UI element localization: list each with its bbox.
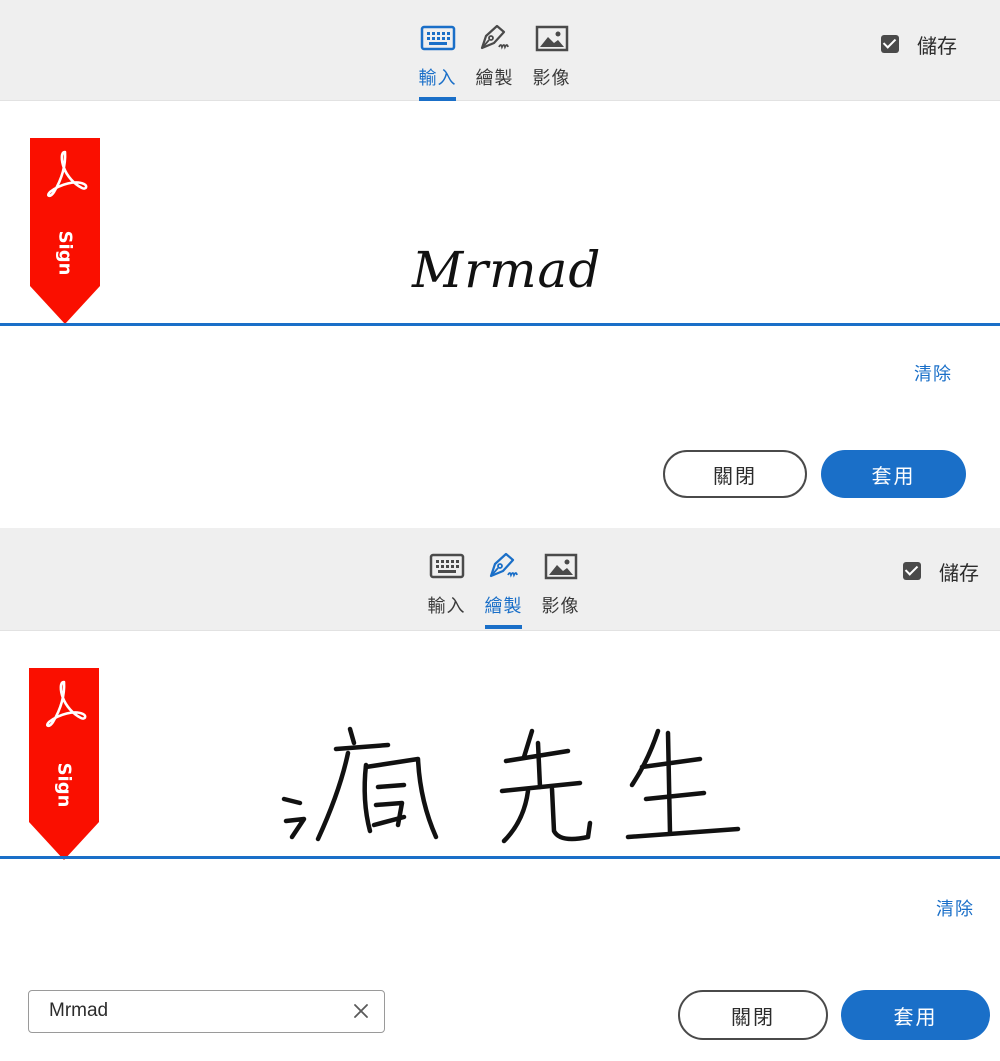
tab-image-label: 影像 <box>532 68 571 89</box>
drawn-signature <box>281 726 741 844</box>
tab-draw-label: 繪製 <box>484 596 523 617</box>
save-checkbox[interactable] <box>881 35 899 53</box>
mode-tabs: 輸入 繪製 影像 <box>409 0 580 101</box>
tab-image-label: 影像 <box>541 596 580 617</box>
tab-draw[interactable]: 繪製 <box>466 0 523 101</box>
mode-tabs: 輸入 繪製 影像 <box>418 528 589 629</box>
mode-toolbar: 輸入 繪製 影像 儲存 <box>0 0 1000 101</box>
signature-name-input[interactable] <box>49 991 349 1031</box>
tab-type-label: 輸入 <box>427 596 466 617</box>
tab-type[interactable]: 輸入 <box>418 528 475 629</box>
tab-image[interactable]: 影像 <box>523 0 580 101</box>
keyboard-icon <box>429 553 464 579</box>
tab-image[interactable]: 影像 <box>532 528 589 629</box>
active-tab-indicator <box>485 625 522 629</box>
apply-button[interactable]: 套用 <box>821 450 966 498</box>
pen-draw-icon <box>480 24 509 50</box>
image-icon <box>535 25 568 52</box>
keyboard-icon <box>420 25 455 51</box>
tab-type-label: 輸入 <box>418 68 457 89</box>
ribbon-label: Sign <box>54 230 76 276</box>
typed-signature: Mrmad <box>412 241 602 299</box>
signature-dialog-type: 輸入 繪製 影像 儲存 Sign Mrmad 清除 關閉 套用 <box>0 0 1000 528</box>
save-checkbox[interactable] <box>903 562 921 580</box>
apply-button[interactable]: 套用 <box>841 990 990 1040</box>
signature-dialog-draw: 輸入 繪製 影像 儲存 Sign 清除 Mrmad 關閉 套用 <box>0 528 1000 1061</box>
save-option: 儲存 <box>881 31 957 58</box>
tab-type[interactable]: 輸入 <box>409 0 466 101</box>
adobe-sign-ribbon: Sign <box>30 138 100 324</box>
close-button[interactable]: 關閉 <box>663 450 807 498</box>
close-button[interactable]: 關閉 <box>678 990 828 1040</box>
signature-baseline <box>0 323 1000 326</box>
save-label: 儲存 <box>917 33 957 58</box>
save-option: 儲存 <box>903 558 979 585</box>
signature-canvas[interactable]: Sign Mrmad 清除 關閉 套用 <box>0 101 1000 528</box>
image-icon <box>544 553 577 580</box>
tab-draw-label: 繪製 <box>475 68 514 89</box>
clear-button[interactable]: 清除 <box>936 895 974 921</box>
ribbon-label: Sign <box>53 762 75 808</box>
adobe-sign-ribbon: Sign <box>29 668 99 860</box>
clear-button[interactable]: 清除 <box>914 360 952 386</box>
signature-baseline <box>0 856 1000 859</box>
signature-canvas[interactable]: Sign 清除 Mrmad 關閉 套用 <box>0 631 1000 1061</box>
save-label: 儲存 <box>939 560 979 585</box>
signature-name-field[interactable] <box>28 990 385 1033</box>
close-icon[interactable] <box>352 1002 370 1020</box>
pen-draw-icon <box>489 552 518 578</box>
mode-toolbar: 輸入 繪製 影像 儲存 <box>0 528 1000 631</box>
tab-draw[interactable]: 繪製 <box>475 528 532 629</box>
